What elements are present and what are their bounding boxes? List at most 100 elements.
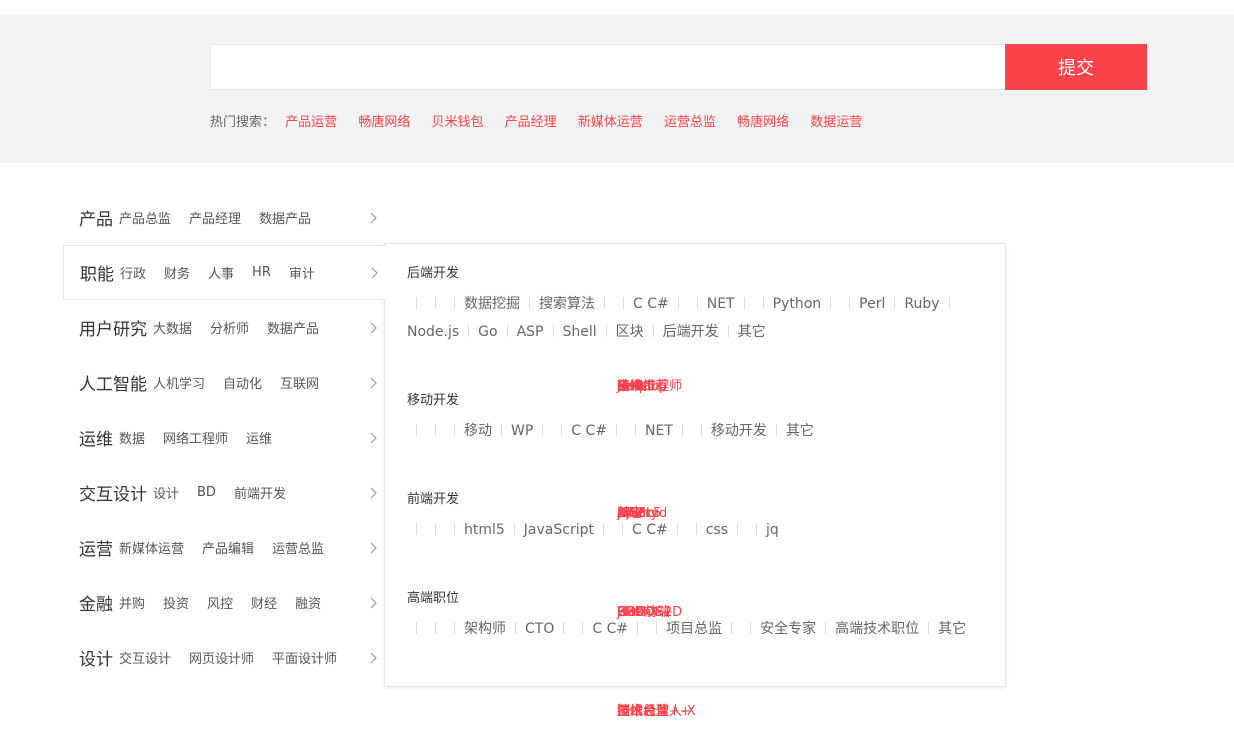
hot-search-keyword[interactable]: 新媒体运营 [578,115,643,130]
category-item[interactable]: 人工智能 人机学习 自动化 互联网 [63,355,385,410]
job-tag-link[interactable]: C C# [632,522,668,538]
category-sub-link[interactable]: 运营总监 [272,538,324,557]
job-tag-link[interactable]: 架构师 [464,621,506,637]
category-title[interactable]: 产品 [79,205,113,230]
category-sub-link[interactable]: 网络工程师 [163,428,228,447]
submit-button[interactable]: 提交 [1005,44,1147,90]
category-sub-link[interactable]: 产品编辑 [202,538,254,557]
job-tag-link[interactable]: 测试总监 [617,703,669,721]
job-tag-link[interactable]: Perl [859,296,885,312]
category-sub-link[interactable]: 审计 [289,263,315,282]
tag-separator [696,297,698,309]
category-item[interactable]: 设计 交互设计 网页设计师 平面设计师 [63,630,385,685]
category-sub-link[interactable]: 新媒体运营 [119,538,184,557]
category-item[interactable]: 金融 并购 投资 风控 财经 融资 [63,575,385,630]
tag-separator [948,297,950,309]
category-sub-link[interactable]: 数据产品 [267,318,319,337]
hot-search-keyword[interactable]: 畅唐网络 [358,115,410,130]
job-tag-link[interactable]: 区块 [616,324,644,340]
tag-separator [623,297,624,309]
job-tag-link[interactable]: jq [766,522,779,538]
job-tag-link[interactable]: css [706,522,728,538]
category-item[interactable]: 运营 新媒体运营 产品编辑 运营总监 [63,520,385,575]
category-title[interactable]: 金融 [79,590,113,615]
job-tag-link[interactable]: 其它 [738,324,766,340]
category-sub-link[interactable]: 自动化 [223,373,262,392]
category-sub-link[interactable]: 交互设计 [119,648,171,667]
category-dropdown-panel: 后端开发 Java C++ PHP 数据挖掘 搜索算法 精准推荐 C C# 全栈工程师 NET Ha… [384,243,1006,719]
job-tag-link[interactable]: Shell [563,324,597,340]
category-sub-link[interactable]: 产品经理 [189,208,241,227]
job-tag-link[interactable]: CTO [525,621,554,637]
job-tag-link[interactable]: WP [511,423,533,439]
job-tag-link[interactable]: JavaScript [524,522,594,538]
category-sub-link[interactable]: 前端开发 [234,483,286,502]
category-item[interactable]: 职能 行政 财务 人事 HR 审计 [63,245,386,300]
category-sub-link[interactable]: 财务 [164,263,190,282]
category-item[interactable]: 运维 数据 网络工程师 运维 [63,410,385,465]
hot-search-keyword[interactable]: 产品运营 [285,115,337,130]
hot-search-keyword[interactable]: 产品经理 [505,115,557,130]
job-tag-link[interactable]: NET [707,296,735,312]
category-sub-link[interactable]: 数据 [119,428,145,447]
category-sub-link[interactable]: 行政 [120,263,146,282]
job-tag-link[interactable]: 移动 [464,423,492,439]
job-tag-link[interactable]: Python [773,296,822,312]
job-tag-link[interactable]: C C# [571,423,607,439]
category-sub-link[interactable]: 数据产品 [259,208,311,227]
tag-separator [454,523,455,535]
job-tag-link[interactable]: ASP [517,324,544,340]
category-sub-link[interactable]: 并购 [119,593,145,612]
hot-search-keyword[interactable]: 运营总监 [664,115,716,130]
job-tag-link[interactable]: 其它 [786,423,814,439]
job-tag-link[interactable]: 后端开发 [663,324,719,340]
job-tag-link[interactable]: Node.js [407,324,459,340]
category-sub-link[interactable]: BD [197,485,216,500]
job-tag-link[interactable]: NET [645,423,673,439]
category-sub-link[interactable]: 大数据 [153,318,192,337]
category-item[interactable]: 产品 产品总监 产品经理 数据产品 [63,190,385,245]
category-sub-link[interactable]: 财经 [251,593,277,612]
hot-search-keyword[interactable]: 畅唐网络 [737,115,789,130]
category-sub-link[interactable]: 分析师 [210,318,249,337]
category-sub-link[interactable]: 产品总监 [119,208,171,227]
job-tag-link[interactable]: C C# [633,296,669,312]
category-title[interactable]: 运维 [79,425,113,450]
job-tag-link[interactable]: 数据挖掘 [464,296,520,312]
job-tag-link[interactable]: 高端技术职位 [835,621,919,637]
panel-tag-list: 技术经理 技术总监++ PHP 架构师 CTO 运维总监 C C# 技术合伙人-X 项目总监 测试… [407,615,997,719]
job-tag-link[interactable]: Go [478,324,497,340]
job-tag-link[interactable]: C C# [592,621,628,637]
category-sub-link[interactable]: HR [252,265,271,280]
category-title[interactable]: 用户研究 [79,315,147,340]
category-title[interactable]: 人工智能 [79,370,147,395]
category-sub-link[interactable]: 融资 [295,593,321,612]
category-sub-link[interactable]: 平面设计师 [272,648,337,667]
category-sub-link[interactable]: 互联网 [280,373,319,392]
category-sub-link[interactable]: 网页设计师 [189,648,254,667]
category-title[interactable]: 运营 [79,535,113,560]
job-tag-link[interactable]: 搜索算法 [539,296,595,312]
category-item[interactable]: 交互设计 设计 BD 前端开发 [63,465,385,520]
hot-search-keyword[interactable]: 数据运营 [810,115,862,130]
category-title[interactable]: 职能 [80,260,114,285]
category-sub-link[interactable]: 人机学习 [153,373,205,392]
job-tag-link[interactable]: html5 [464,522,505,538]
hot-search-keyword[interactable]: 贝米钱包 [431,115,483,130]
tag-separator [743,297,745,309]
category-sub-link[interactable]: 投资 [163,593,189,612]
category-sub-link[interactable]: 运维 [246,428,272,447]
category-sub-link[interactable]: 人事 [208,263,234,282]
job-tag-link[interactable]: 其它 [938,621,966,637]
job-tag-link[interactable]: Ruby [904,296,939,312]
job-tag-link[interactable]: 移动开发 [711,423,767,439]
search-input[interactable] [210,44,1006,90]
category-sub-link[interactable]: 设计 [153,483,179,502]
category-item[interactable]: 用户研究 大数据 分析师 数据产品 [63,300,385,355]
job-tag-link[interactable]: 项目总监 [666,621,722,637]
job-tag-link[interactable]: 安全专家 [760,621,816,637]
tag-separator [552,325,554,337]
category-sub-link[interactable]: 风控 [207,593,233,612]
category-title[interactable]: 交互设计 [79,480,147,505]
category-title[interactable]: 设计 [79,645,113,670]
